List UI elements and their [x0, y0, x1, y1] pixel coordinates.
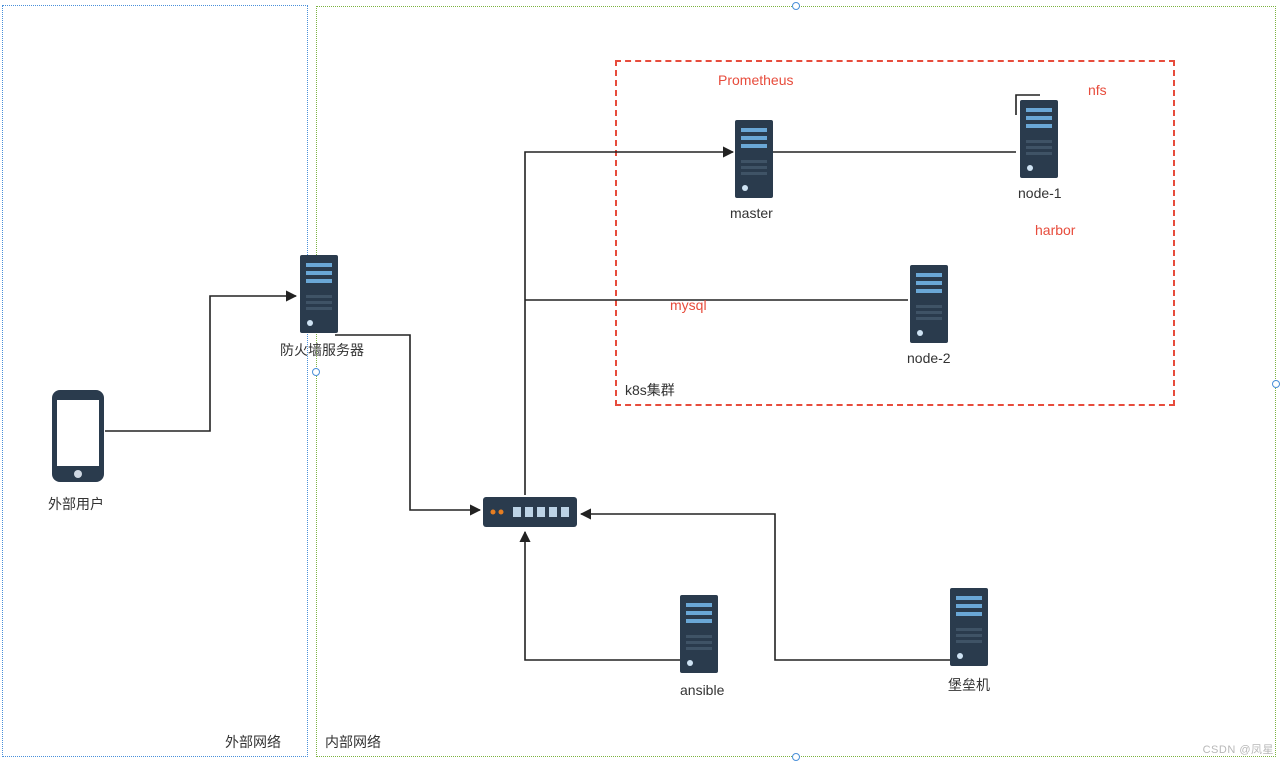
- server-icon: [735, 120, 773, 198]
- phone-icon: [52, 390, 104, 482]
- server-icon: [680, 595, 718, 673]
- switch-icon: [483, 497, 577, 527]
- server-icon: [1020, 100, 1058, 178]
- server-icon: [300, 255, 338, 333]
- server-icon: [950, 588, 988, 666]
- server-icon: [910, 265, 948, 343]
